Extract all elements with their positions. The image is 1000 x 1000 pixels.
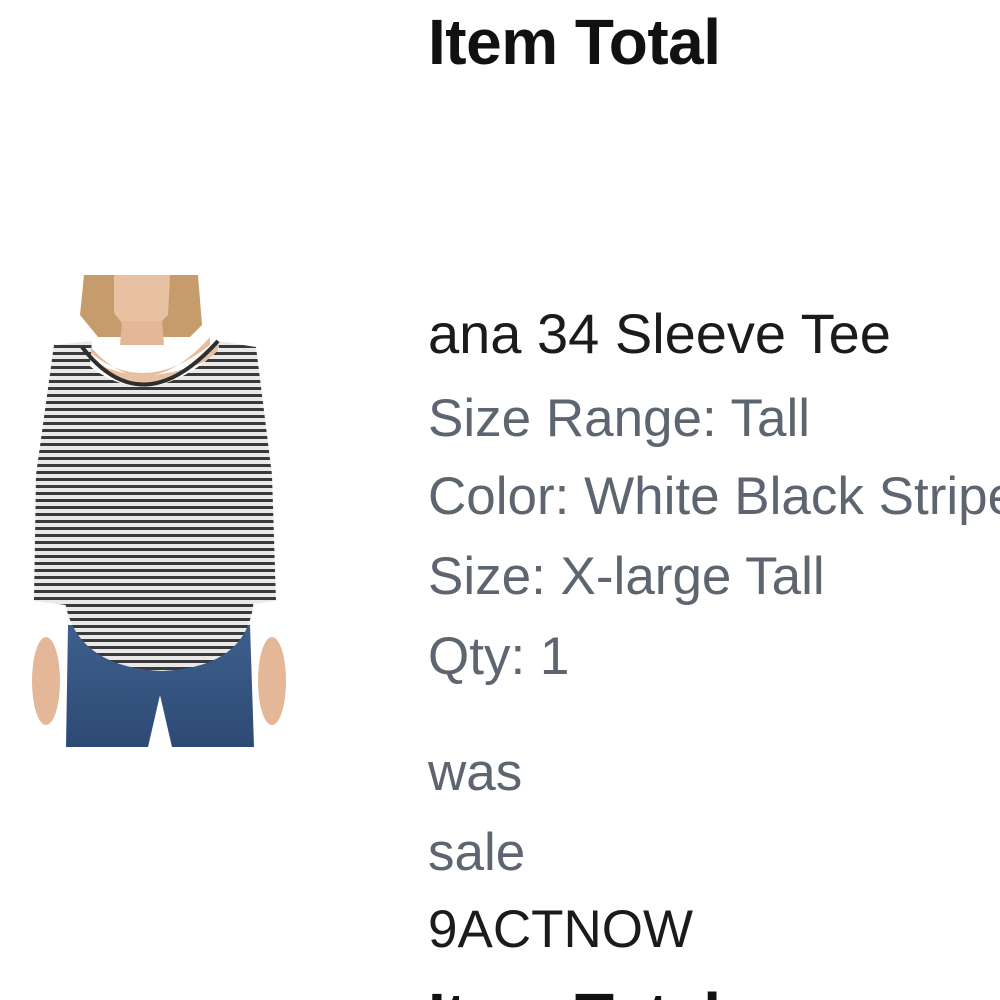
item-total-heading: Item Total — [428, 6, 721, 78]
size-range-text: Size Range: Tall — [428, 389, 811, 448]
sale-price-label: sale — [428, 823, 526, 882]
product-name[interactable]: ana 34 Sleeve Tee — [428, 306, 891, 362]
promo-code-text: 9ACTNOW — [428, 900, 693, 959]
color-text: Color: White Black Stripe — [428, 467, 1000, 526]
order-summary-page: Item Total ana 34 Sleeve Tee Size Range:… — [0, 0, 1000, 1000]
product-image[interactable] — [22, 275, 292, 747]
was-price-label: was — [428, 743, 523, 802]
item-total-heading-next: Item Total — [428, 984, 721, 1000]
size-text: Size: X-large Tall — [428, 547, 825, 606]
quantity-text: Qty: 1 — [428, 627, 570, 686]
